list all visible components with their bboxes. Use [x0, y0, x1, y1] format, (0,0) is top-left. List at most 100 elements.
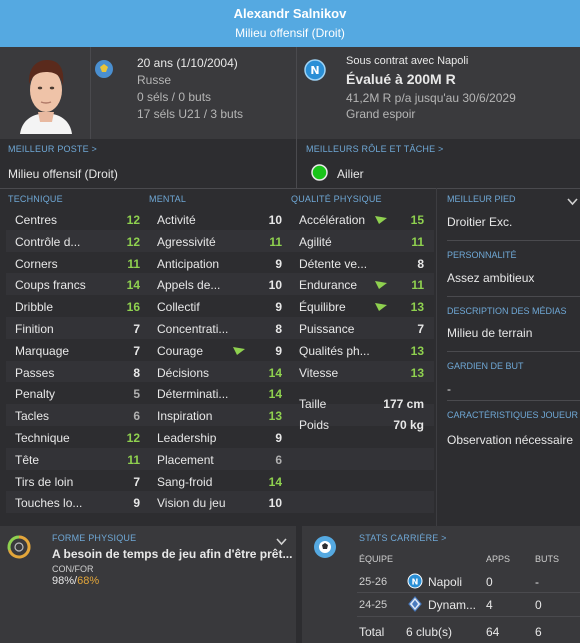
best-position-link[interactable]: MEILLEUR POSTE > [8, 144, 97, 154]
attribute-value: 9 [275, 300, 282, 315]
divider [436, 188, 437, 526]
attribute-name: Décisions [157, 365, 210, 380]
divider [90, 47, 91, 139]
attribute-name: Collectif [157, 300, 200, 315]
attribute-row[interactable]: Agilité 11 [299, 235, 424, 257]
height-value: 177 cm [383, 397, 424, 411]
attribute-row[interactable]: Leadership 9 [157, 431, 282, 453]
chevron-down-icon[interactable] [567, 198, 578, 206]
fitness-text: A besoin de temps de jeu afin d'être prê… [52, 547, 293, 561]
attribute-row[interactable]: Décisions 14 [157, 366, 282, 388]
attribute-row[interactable]: Corners 11 [15, 257, 140, 279]
attribute-row[interactable]: Marquage 7 [15, 344, 140, 366]
attribute-row[interactable]: Anticipation 9 [157, 257, 282, 279]
attribute-value: 13 [410, 343, 424, 358]
attribute-value: 8 [417, 256, 424, 271]
attribute-row[interactable]: Tirs de loin 7 [15, 475, 140, 497]
match-fitness-value: 68% [77, 575, 100, 587]
attribute-name: Passes [15, 365, 55, 380]
attribute-row[interactable]: Déterminati... 14 [157, 387, 282, 409]
attribute-row[interactable]: Accélération 15 [299, 213, 424, 235]
attribute-value: 9 [275, 256, 282, 271]
attribute-name: Sang-froid [157, 474, 213, 489]
career-goals: 0 [535, 598, 542, 612]
attribute-row[interactable]: Vision du jeu 10 [157, 496, 282, 518]
attribute-row[interactable]: Sang-froid 14 [157, 475, 282, 497]
attribute-row[interactable]: Équilibre 13 [299, 300, 424, 322]
best-foot-value: Droitier Exc. [447, 215, 513, 229]
attribute-row[interactable]: Collectif 9 [157, 300, 282, 322]
attribute-row[interactable]: Qualités ph... 13 [299, 344, 424, 366]
divider [357, 616, 580, 617]
best-role-value: Ailier [337, 167, 364, 181]
best-role-link[interactable]: MEILLEURS RÔLE ET TÂCHE > [306, 144, 443, 154]
attribute-value: 12 [126, 213, 140, 227]
attribute-name: Appels de... [157, 278, 221, 293]
attribute-value: 6 [133, 409, 140, 424]
chevron-down-icon[interactable] [276, 538, 287, 546]
career-goals: - [535, 575, 539, 589]
attribute-value: 13 [410, 365, 424, 380]
career-team[interactable]: Dynam... [428, 598, 476, 612]
attribute-row[interactable]: Vitesse 13 [299, 366, 424, 388]
divider [447, 296, 580, 297]
attribute-name: Vitesse [299, 365, 339, 380]
player-nationality: Russe [137, 73, 172, 87]
attribute-row[interactable]: Coups francs 14 [15, 278, 140, 300]
svg-text:N: N [412, 578, 419, 587]
attribute-row[interactable]: Penalty 5 [15, 387, 140, 409]
dynamo-badge-icon [408, 596, 422, 612]
divider [357, 592, 580, 593]
player-wage: 41,2M R p/a jusqu'au 30/6/2029 [346, 91, 516, 105]
attribute-name: Détente ve... [299, 256, 368, 271]
attribute-row[interactable]: Appels de... 10 [157, 278, 282, 300]
attribute-value: 15 [410, 213, 424, 227]
attribute-row[interactable]: Inspiration 13 [157, 409, 282, 431]
height-label: Taille [299, 397, 327, 411]
attribute-name: Puissance [299, 322, 355, 336]
career-team[interactable]: Napoli [428, 575, 462, 589]
attribute-value: 7 [417, 322, 424, 336]
attribute-row[interactable]: Touches lo... 9 [15, 496, 140, 518]
attribute-value: 10 [268, 496, 282, 511]
attribute-row[interactable]: Endurance 11 [299, 278, 424, 300]
attribute-value: 11 [127, 452, 140, 467]
attribute-value: 11 [411, 234, 424, 249]
attribute-row[interactable]: Placement 6 [157, 453, 282, 475]
attribute-value: 13 [268, 409, 282, 424]
attribute-row[interactable]: Tête 11 [15, 453, 140, 475]
attribute-row[interactable]: Concentrati... 8 [157, 322, 282, 344]
career-season: 25-26 [359, 576, 388, 588]
attribute-value: 12 [126, 234, 140, 249]
attribute-row[interactable]: Finition 7 [15, 322, 140, 344]
media-description-value: Milieu de terrain [447, 326, 533, 340]
attribute-row[interactable]: Agressivité 11 [157, 235, 282, 257]
attribute-row[interactable]: Puissance 7 [299, 322, 424, 344]
attribute-name: Concentrati... [157, 322, 229, 336]
attribute-row[interactable]: Détente ve... 8 [299, 257, 424, 279]
career-stats-link[interactable]: STATS CARRIÈRE > [359, 533, 447, 543]
personality-value: Assez ambitieux [447, 271, 535, 285]
attribute-value: 11 [411, 278, 424, 293]
player-name: Alexandr Salnikov [233, 6, 347, 21]
attribute-value: 7 [133, 322, 140, 336]
club-badge-icon[interactable]: N [304, 59, 326, 81]
attribute-row[interactable]: Activité 10 [157, 213, 282, 235]
attribute-name: Vision du jeu [157, 496, 226, 511]
attribute-row[interactable]: Passes 8 [15, 366, 140, 388]
career-total-label: Total [359, 625, 385, 639]
attribute-row[interactable]: Courage 9 [157, 344, 282, 366]
attribute-row[interactable]: Dribble 16 [15, 300, 140, 322]
attribute-row[interactable]: Centres 12 [15, 213, 140, 235]
player-caps: 0 séls / 0 buts [137, 90, 212, 104]
attribute-value: 16 [126, 300, 140, 315]
attribute-row[interactable]: Tacles 6 [15, 409, 140, 431]
attribute-row[interactable]: Technique 12 [15, 431, 140, 453]
condition-value: 98% [52, 575, 75, 587]
attribute-value: 14 [126, 278, 140, 293]
attribute-rising-arrow-icon [233, 346, 245, 355]
attribute-name: Centres [15, 213, 58, 227]
attribute-row[interactable]: Contrôle d... 12 [15, 235, 140, 257]
divider [447, 400, 580, 401]
personality-label: PERSONNALITÉ [447, 250, 517, 260]
